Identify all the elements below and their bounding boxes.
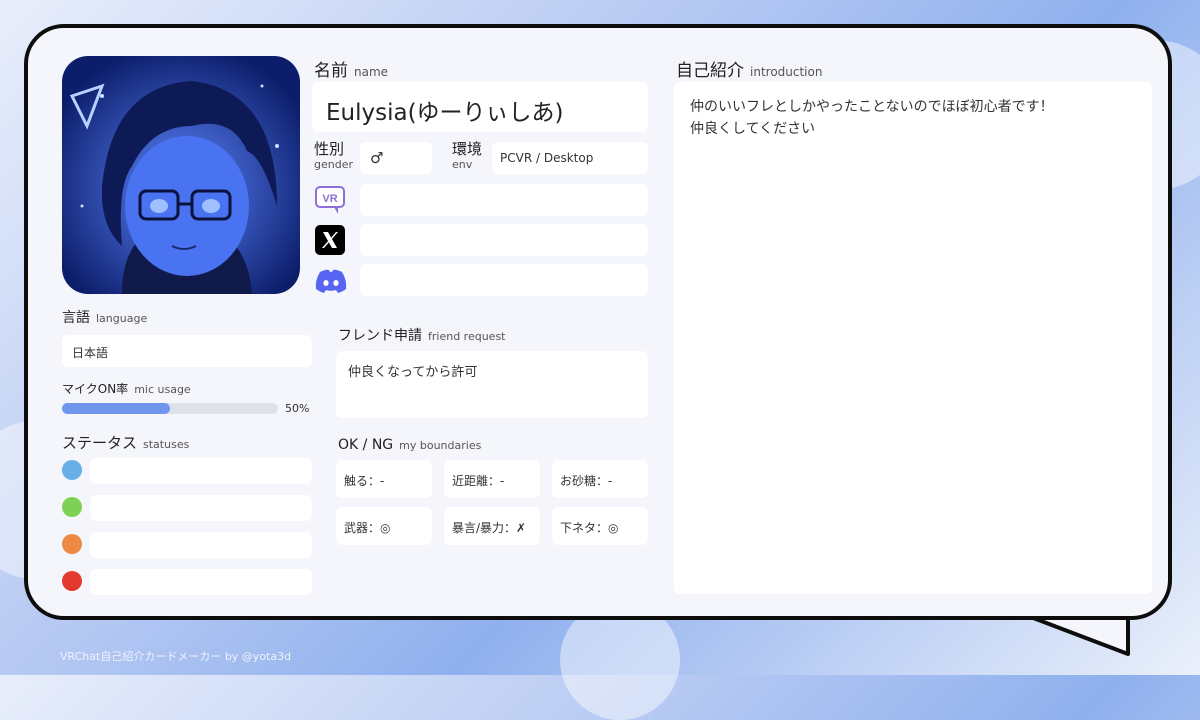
statuses-label: ステータス — [62, 434, 138, 452]
status-field — [90, 569, 312, 595]
env-field: PCVR / Desktop — [492, 142, 648, 174]
language-value: 日本語 — [72, 346, 109, 360]
boundary-text: 下ネタ：◎ — [560, 521, 619, 535]
gender-header: 性別 gender — [314, 140, 353, 171]
name-label: 名前 — [314, 61, 348, 81]
intro-field: 仲のいいフレとしかやったことないのでほぼ初心者です！ 仲良くしてください — [674, 82, 1152, 594]
status-dot — [62, 460, 82, 480]
avatar — [62, 56, 300, 294]
mic-bar-track — [62, 403, 278, 414]
status-dot — [62, 571, 82, 591]
status-field — [90, 458, 312, 484]
boundary-text: 武器：◎ — [344, 521, 391, 535]
boundaries-label: OK / NG — [338, 437, 394, 453]
mic-percent: 50% — [285, 402, 310, 415]
boundary-item: 近距離：- — [444, 460, 540, 498]
env-header: 環境 env — [452, 140, 483, 171]
name-value: Eulysia(ゆーりぃしあ) — [326, 100, 564, 126]
boundary-text: 暴言/暴力：✗ — [452, 521, 527, 535]
status-field — [90, 532, 312, 558]
boundaries-header: OK / NG my boundaries — [338, 434, 481, 453]
x-twitter-icon — [315, 225, 345, 255]
friend-request-label-en: friend request — [428, 330, 506, 343]
boundary-item: 暴言/暴力：✗ — [444, 507, 540, 545]
intro-line: 仲のいいフレとしかやったことないのでほぼ初心者です！ — [690, 99, 1054, 115]
boundary-item: 触る：- — [336, 460, 432, 498]
intro-header: 自己紹介 introduction — [676, 56, 822, 81]
boundary-text: 近距離：- — [452, 474, 505, 488]
intro-label-en: introduction — [750, 65, 823, 79]
gender-label-en: gender — [314, 158, 353, 171]
gender-value: ♂ — [370, 149, 384, 167]
gender-field: ♂ — [360, 142, 432, 174]
intro-line: 仲良くしてください — [690, 121, 816, 137]
avatar-image — [62, 56, 300, 294]
boundary-text: 触る：- — [344, 474, 385, 488]
status-field — [90, 495, 312, 521]
boundary-item: 武器：◎ — [336, 507, 432, 545]
friend-request-header: フレンド申請 friend request — [338, 325, 505, 345]
env-label: 環境 — [452, 140, 483, 158]
name-field: Eulysia(ゆーりぃしあ) — [312, 82, 648, 132]
discord-icon — [315, 269, 347, 293]
mic-label-en: mic usage — [134, 383, 191, 396]
mic-label: マイクON率 — [62, 382, 129, 396]
friend-request-field: 仲良くなってから許可 — [336, 351, 648, 418]
svg-text:VR: VR — [322, 193, 337, 205]
x-field — [360, 224, 648, 256]
name-label-en: name — [354, 65, 389, 79]
statuses-header: ステータス statuses — [62, 432, 189, 453]
intro-text: 仲のいいフレとしかやったことないのでほぼ初心者です！ 仲良くしてください — [690, 96, 1054, 140]
boundary-item: お砂糖：- — [552, 460, 648, 498]
env-value: PCVR / Desktop — [500, 151, 594, 165]
language-label-en: language — [96, 312, 148, 325]
discord-field — [360, 264, 648, 296]
statuses-label-en: statuses — [143, 438, 190, 451]
boundary-item: 下ネタ：◎ — [552, 507, 648, 545]
name-header: 名前 name — [314, 56, 388, 81]
vrchat-icon: VR — [315, 186, 345, 214]
mic-header: マイクON率 mic usage — [62, 378, 191, 397]
vrchat-field — [360, 184, 648, 216]
friend-request-value: 仲良くなってから許可 — [348, 365, 478, 380]
language-header: 言語 language — [62, 307, 147, 327]
intro-label: 自己紹介 — [676, 61, 744, 81]
footer-credit: VRChat自己紹介カードメーカー by @yota3d — [60, 650, 292, 663]
language-label: 言語 — [62, 310, 90, 326]
env-label-en: env — [452, 158, 473, 171]
status-dot — [62, 497, 82, 517]
language-field: 日本語 — [62, 335, 312, 367]
friend-request-label: フレンド申請 — [338, 328, 422, 344]
boundary-text: お砂糖：- — [560, 474, 613, 488]
boundaries-label-en: my boundaries — [399, 439, 482, 452]
mic-bar-fill — [62, 403, 170, 414]
gender-label: 性別 — [314, 140, 345, 158]
status-dot — [62, 534, 82, 554]
